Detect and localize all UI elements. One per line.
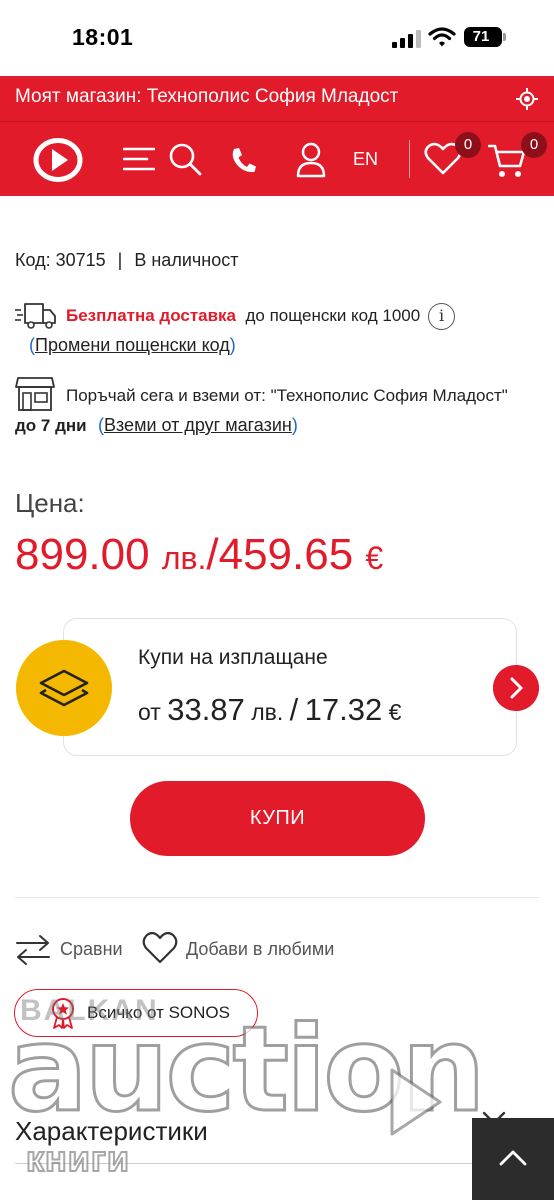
store-selector-label: Моят магазин: Технополис София Младост	[15, 86, 399, 107]
truck-icon	[15, 303, 56, 329]
status-time: 18:01	[72, 24, 134, 50]
buy-button[interactable]: КУПИ	[130, 781, 425, 856]
installment-bgn: 33.87	[167, 692, 245, 727]
battery-level: 71	[472, 28, 490, 45]
compare-arrows-icon[interactable]	[15, 932, 51, 968]
price-eur-currency: €	[365, 540, 384, 576]
pickup-info: Поръчай сега и вземи от: "Технополис Соф…	[66, 386, 508, 405]
heart-outline-icon[interactable]	[142, 931, 178, 965]
store-icon	[15, 377, 55, 411]
watermark-play-icon	[390, 1068, 442, 1136]
logo-play-icon[interactable]	[32, 136, 84, 184]
wishlist-count-badge: 0	[455, 132, 481, 158]
compare-button[interactable]: Сравни	[60, 939, 123, 960]
installment-price: от 33.87 лв. / 17.32 €	[138, 692, 401, 728]
user-icon[interactable]	[296, 142, 326, 178]
info-icon[interactable]: i	[428, 303, 455, 330]
language-switch[interactable]: EN	[353, 149, 378, 170]
product-code: Код: 30715	[15, 250, 106, 270]
cart-count-badge: 0	[521, 132, 547, 158]
watermark-knigi: книги	[25, 1137, 131, 1180]
availability-status: В наличност	[134, 250, 239, 270]
price-eur: 459.65	[218, 530, 354, 579]
change-postal-code-label: Промени пощенски код	[35, 335, 230, 355]
main-nav: EN 0 0	[0, 122, 554, 196]
battery-icon: 71	[464, 27, 506, 47]
chevron-right-icon[interactable]	[493, 665, 539, 711]
other-store-link[interactable]: (Вземи от друг магазин)	[98, 415, 298, 436]
status-bar: 18:01 71	[0, 0, 554, 76]
product-code-line: Код: 30715 | В наличност	[15, 250, 238, 271]
postal-code-text: до пощенски код 1000	[245, 306, 421, 325]
price-bgn: 899.00	[15, 530, 150, 579]
menu-icon[interactable]	[123, 146, 155, 172]
installment-slash: /	[289, 692, 299, 727]
store-selector-bar[interactable]: Моят магазин: Технополис София Младост	[0, 76, 554, 122]
installment-eur-currency: €	[388, 699, 402, 725]
installment-bgn-currency: лв.	[251, 699, 284, 725]
phone-icon[interactable]	[230, 146, 256, 174]
price-bgn-currency: лв.	[161, 540, 207, 576]
chevron-up-icon[interactable]	[472, 1118, 554, 1200]
change-postal-code-link[interactable]: (Промени пощенски код)	[29, 335, 236, 356]
add-to-favorites-button[interactable]: Добави в любими	[186, 939, 334, 960]
price-label: Цена:	[15, 488, 85, 518]
free-delivery-label: Безплатна доставка	[66, 306, 237, 325]
installment-prefix: от	[138, 699, 161, 725]
nav-divider	[409, 140, 410, 178]
signal-icon	[392, 30, 421, 48]
location-icon[interactable]	[516, 88, 538, 110]
code-separator: |	[117, 250, 123, 270]
search-icon[interactable]	[168, 142, 202, 176]
price-value: 899.00 лв./459.65 €	[15, 530, 383, 580]
delivery-info: Безплатна доставка до пощенски код 1000	[66, 306, 420, 326]
pickup-days: до 7 дни	[15, 416, 87, 435]
wifi-icon	[428, 27, 456, 47]
installment-eur: 17.32	[304, 692, 383, 727]
installment-card[interactable]	[63, 618, 517, 756]
other-store-label: Вземи от друг магазин	[104, 415, 292, 435]
layers-icon	[39, 669, 89, 707]
divider	[15, 897, 539, 898]
installment-title: Купи на изплащане	[138, 646, 328, 669]
price-slash: /	[206, 530, 219, 579]
